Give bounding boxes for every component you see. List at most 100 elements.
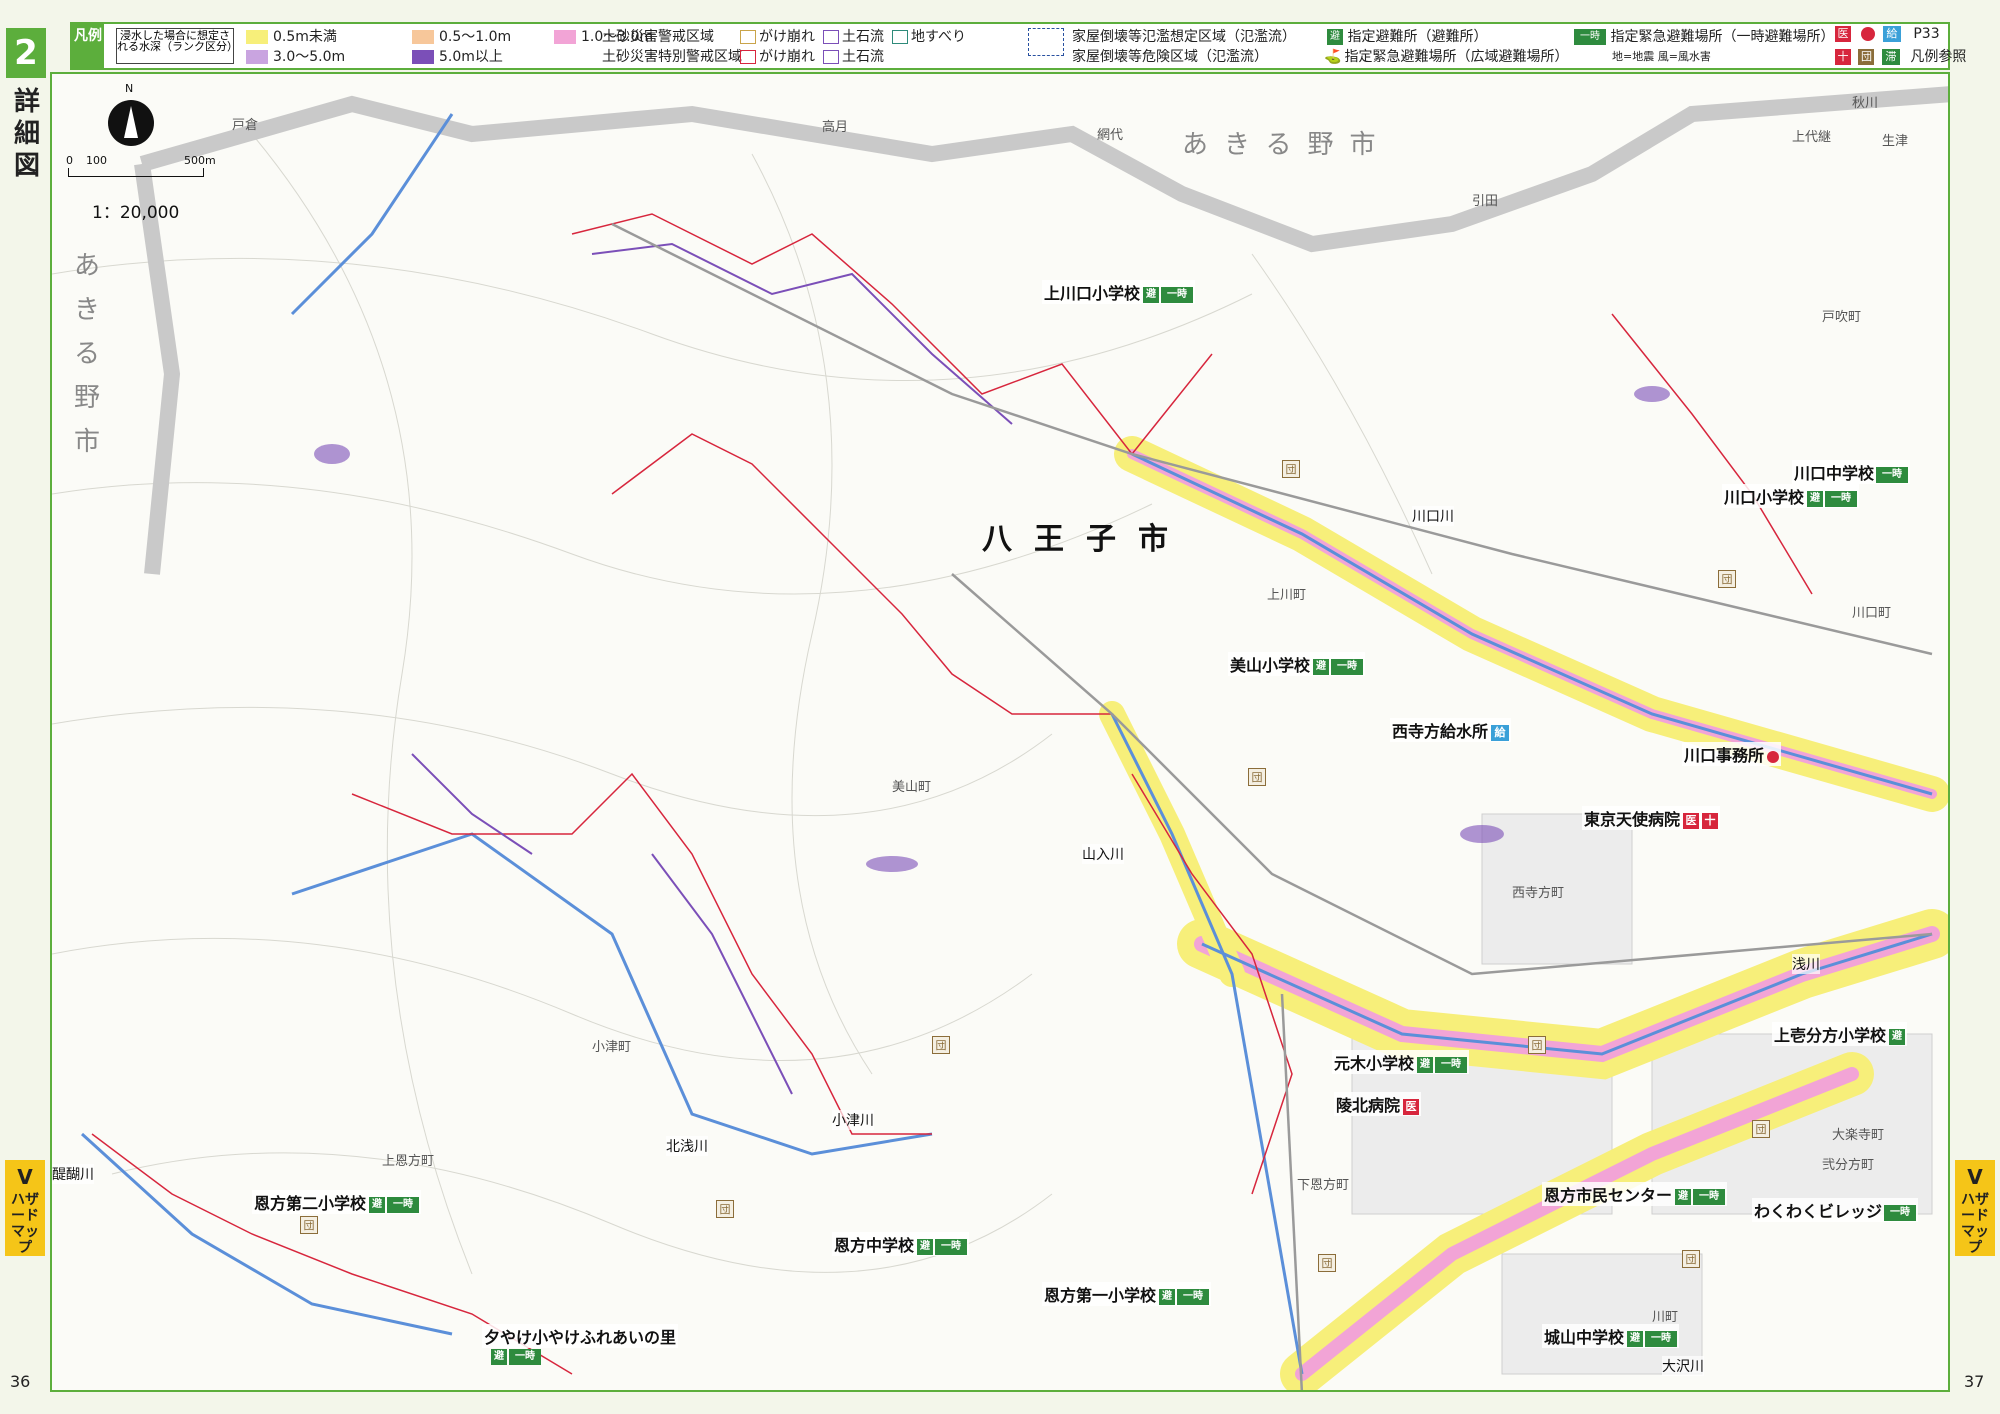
facility-label[interactable]: 元木小学校避一時 — [1332, 1050, 1470, 1074]
facility-label[interactable]: 恩方第一小学校避一時 — [1042, 1282, 1212, 1306]
flood-collapse-legend — [1028, 28, 1067, 56]
temp-shelter-icon: 一時 — [1884, 1204, 1917, 1221]
shelter-icon: 避 — [1889, 1028, 1906, 1045]
sediment-swatch — [823, 50, 839, 64]
town-label: 川町 — [1652, 1310, 1679, 1325]
side-tab-label: ハザードマップ — [1961, 1192, 1989, 1256]
town-label: 大楽寺町 — [1832, 1128, 1885, 1143]
shelter-icon: 避 — [1627, 1330, 1644, 1347]
temp-shelter-icon: 一時 — [1574, 28, 1606, 45]
facility-label[interactable]: 恩方市民センター避一時 — [1542, 1182, 1728, 1206]
hazard-map[interactable]: N 0 100 500m 1：20,000 八王子市 あきる野市 あきる野市 上… — [50, 72, 1950, 1392]
emergency-wide-label: 指定緊急避難場所（広域避難場所） — [1344, 49, 1569, 65]
town-label: 下恩方町 — [1297, 1178, 1350, 1193]
page-number-left: 36 — [10, 1372, 31, 1391]
sediment-warning-label: 土砂災害警戒区域 — [602, 29, 714, 45]
designated-shelter-legend: 避 指定避難所（避難所） — [1324, 26, 1487, 46]
sediment-swatch — [892, 30, 908, 44]
depth-swatch — [246, 50, 268, 64]
town-label: 上代継 — [1792, 130, 1832, 145]
emergency-wide-legend: ⛳ 指定緊急避難場所（広域避難場所） — [1324, 46, 1568, 66]
sediment-type-label: 土石流 — [842, 49, 884, 65]
side-tab-right[interactable]: V ハザードマップ — [1955, 1160, 1995, 1256]
depth-swatch — [554, 30, 576, 44]
hospital-icon: 医 — [1403, 1098, 1420, 1115]
scale-ratio: 1：20,000 — [92, 203, 180, 223]
shelter-icon: 避 — [491, 1348, 507, 1365]
side-tab-label: ハザードマップ — [11, 1192, 39, 1256]
facility-label[interactable]: 川口中学校 一時 — [1792, 460, 1911, 484]
depth-label: 3.0〜5.0m — [273, 49, 346, 65]
icon-legend-row2: 十 団 滞 凡例参照 — [1832, 46, 1966, 66]
hospital-icon: 医 — [1683, 812, 1700, 829]
facility-label[interactable]: 夕やけ小やけふれあいの里 — [482, 1324, 679, 1348]
temp-shelter-icon: 一時 — [1693, 1188, 1726, 1205]
river-label: 浅川 — [1792, 954, 1820, 974]
sediment-type-label: 土石流 — [842, 29, 884, 45]
sediment-swatch — [740, 30, 756, 44]
facility-label[interactable]: 美山小学校避一時 — [1228, 652, 1366, 676]
emergency-temp-legend: 一時 指定緊急避難場所（一時避難場所） — [1572, 26, 1834, 46]
sediment-warning-types: がけ崩れ 土石流 地すべり — [740, 26, 974, 46]
side-tab-letter: V — [17, 1165, 33, 1189]
shelter-icon: 避 — [1327, 28, 1343, 45]
facility-label[interactable]: 陵北病院医 — [1334, 1092, 1422, 1116]
side-tab-left[interactable]: V ハザードマップ — [5, 1160, 45, 1256]
danchi-icon: 団 — [1318, 1254, 1336, 1272]
depth-title: 浸水した場合に想定される水深（ランク区分） — [116, 28, 238, 64]
town-label: 上川町 — [1267, 588, 1307, 603]
danchi-icon: 団 — [1718, 570, 1736, 588]
danchi-icon: 団 — [1752, 1120, 1770, 1138]
temp-shelter-icon: 一時 — [935, 1238, 968, 1255]
scale-tick-500: 500m — [184, 154, 216, 167]
shelter-icon: 避 — [1313, 658, 1330, 675]
stranded-icon: 滞 — [1881, 49, 1900, 65]
sediment-swatch — [823, 30, 839, 44]
town-label: 上恩方町 — [382, 1154, 435, 1169]
facility-label[interactable]: 上川口小学校避一時 — [1042, 280, 1196, 304]
facility-label[interactable]: 川口小学校避一時 — [1722, 484, 1860, 508]
flood-collapse-danger: 家屋倒壊等危険区域（氾濫流） — [1072, 49, 1268, 65]
town-label: 小津町 — [592, 1040, 632, 1055]
city-neighbor-top: あきる野市 — [1182, 130, 1392, 160]
section-label: 詳細図 — [13, 87, 40, 181]
town-label: 川口町 — [1852, 606, 1892, 621]
shelter-icon: 避 — [369, 1196, 386, 1213]
shelter-icon: 避 — [1417, 1056, 1434, 1073]
river-label: 醍醐川 — [52, 1164, 94, 1184]
flood-collapse-swatch — [1028, 28, 1064, 56]
river-label: 川口川 — [1412, 506, 1454, 526]
red-dot-icon — [1861, 27, 1876, 41]
depth-rank: 5.0m以上 — [412, 46, 503, 66]
shelter-icon: 避 — [917, 1238, 934, 1255]
river-label: 小津川 — [832, 1110, 874, 1130]
facility-label[interactable]: 川口事務所 — [1682, 742, 1782, 766]
facility-label[interactable]: 東京天使病院医十 — [1582, 806, 1721, 830]
city-neighbor-left: あきる野市 — [74, 251, 101, 457]
danchi-icon: 団 — [300, 1216, 318, 1234]
depth-swatch — [412, 50, 434, 64]
sediment-type-label: 地すべり — [911, 29, 967, 45]
water-icon: 給 — [1882, 26, 1901, 42]
temp-shelter-icon: 一時 — [1645, 1330, 1678, 1347]
page-number-right: 37 — [1964, 1372, 1985, 1391]
danchi-icon: 団 — [932, 1036, 950, 1054]
water-icon: 給 — [1491, 724, 1510, 741]
legend-bar: 凡例 浸水した場合に想定される水深（ランク区分） 0.5m未満 0.5〜1.0m 1… — [70, 22, 1966, 70]
depth-label: 0.5m未満 — [273, 29, 337, 45]
facility-label[interactable]: 恩方中学校避一時 — [832, 1232, 970, 1256]
legend-tag: 凡例 — [72, 24, 104, 68]
facility-label[interactable]: 恩方第二小学校避一時 — [252, 1190, 422, 1214]
hospital-icon: 医 — [1835, 26, 1851, 42]
facility-label[interactable]: 上壱分方小学校避 — [1772, 1022, 1908, 1046]
sediment-special-types: がけ崩れ 土石流 — [740, 46, 892, 66]
sediment-swatch — [740, 50, 756, 64]
danchi-icon: 団 — [1282, 460, 1300, 478]
scale-tick-100: 100 — [86, 154, 107, 167]
facility-label[interactable]: 城山中学校避一時 — [1542, 1324, 1680, 1348]
town-label: 弐分方町 — [1822, 1158, 1875, 1173]
facility-label[interactable]: 西寺方給水所給 — [1390, 718, 1512, 742]
ref-page: P33 — [1913, 26, 1940, 42]
temp-shelter-icon: 一時 — [1825, 490, 1858, 507]
facility-label[interactable]: わくわくビレッジ 一時 — [1752, 1198, 1919, 1222]
